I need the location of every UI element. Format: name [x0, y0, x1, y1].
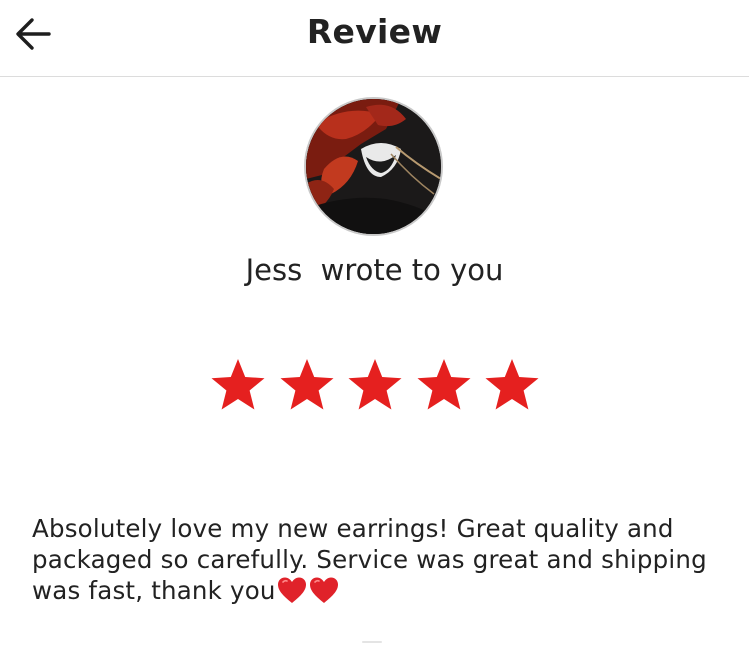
avatar[interactable]	[304, 97, 443, 236]
star-icon-4[interactable]	[415, 356, 473, 414]
star-icon-2[interactable]	[278, 356, 336, 414]
review-text: Absolutely love my new earrings! Great q…	[32, 514, 707, 605]
star-icon-5[interactable]	[483, 356, 541, 414]
reviewer-name[interactable]: Jess	[246, 253, 303, 287]
reviewer-line: Jess wrote to you	[0, 253, 749, 287]
home-indicator	[362, 641, 382, 643]
reviewer-action: wrote to you	[320, 253, 504, 287]
star-icon-1[interactable]	[209, 356, 267, 414]
page-title: Review	[306, 12, 443, 51]
red-heart-icon	[309, 577, 338, 603]
review-text-block: Absolutely love my new earrings! Great q…	[32, 513, 722, 606]
star-rating	[209, 356, 541, 414]
top-app-bar: Review	[0, 0, 749, 77]
star-icon-3[interactable]	[346, 356, 404, 414]
red-heart-icon	[277, 577, 306, 603]
